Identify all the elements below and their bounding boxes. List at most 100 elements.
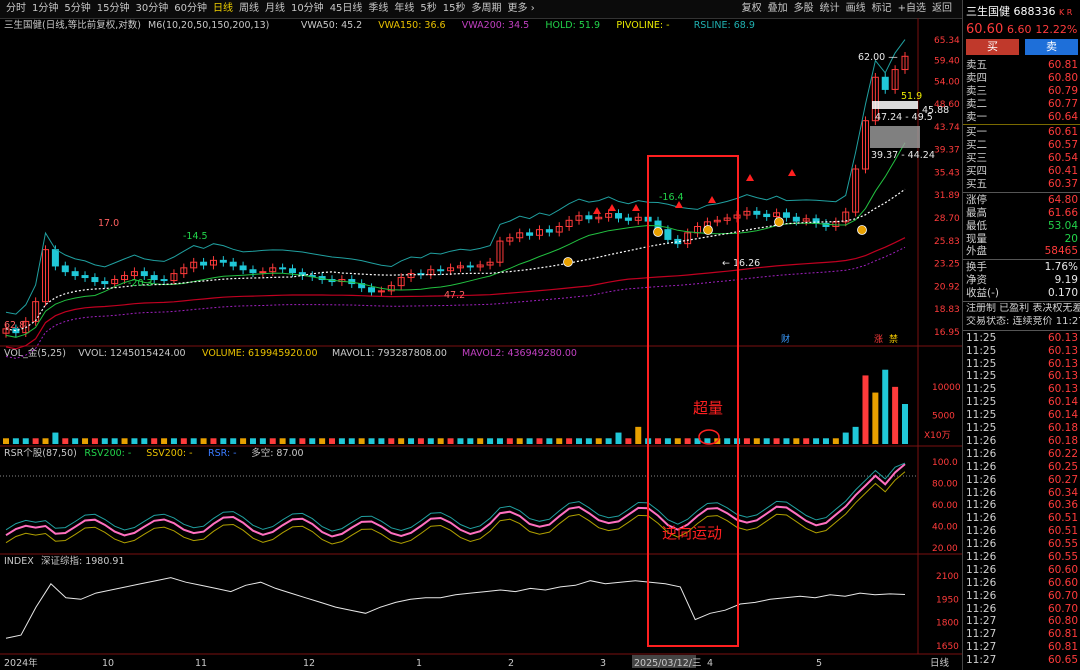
quote-label: 11:25	[966, 383, 997, 396]
price-annotation: 47.24 - 49.5	[875, 112, 933, 123]
volume-bar	[101, 438, 108, 444]
quote-row: 11:25 60.13	[963, 383, 1080, 396]
quote-label: 外盘	[966, 245, 987, 258]
toolbar-action[interactable]: 画线	[843, 0, 869, 18]
indicator-label: PIVOLINE: -	[616, 20, 669, 31]
volume-bar	[408, 438, 415, 444]
quote-row: 买二 60.57	[963, 139, 1080, 152]
period-tab[interactable]: 1分钟	[29, 0, 61, 18]
volume-bar	[427, 438, 434, 444]
period-tab[interactable]: 日线	[210, 0, 236, 18]
toolbar-action[interactable]: 叠加	[765, 0, 791, 18]
volume-bar	[161, 438, 168, 444]
quote-value: 60.37	[1047, 178, 1078, 191]
quote-value: 60.18	[1047, 434, 1078, 447]
event-marker[interactable]: 禁	[889, 334, 898, 345]
quote-row: 卖二 60.77	[963, 98, 1080, 111]
volume-bar	[3, 438, 9, 444]
event-marker[interactable]: 财	[781, 333, 790, 345]
period-tab[interactable]: 10分钟	[288, 0, 327, 18]
sell-button[interactable]: 卖	[1025, 39, 1078, 55]
period-tab[interactable]: 15秒	[440, 0, 469, 18]
quote-row: 11:26 60.60	[963, 564, 1080, 577]
volume-bar	[783, 438, 790, 444]
period-tab[interactable]: 季线	[365, 0, 391, 18]
volume-bar	[22, 438, 29, 444]
quote-row: 11:25 60.13	[963, 358, 1080, 371]
quote-row: 11:26 60.27	[963, 474, 1080, 487]
stock-chart[interactable]: 三生国健(日线,等比前复权,对数) M6(10,20,50,150,200,13)…	[0, 18, 962, 670]
volume-bar	[309, 438, 316, 444]
volume-bar	[32, 438, 39, 444]
quote-value: 60.14	[1047, 409, 1078, 422]
quote-row: 最低 53.04	[963, 220, 1080, 233]
quote-row: 11:26 60.51	[963, 512, 1080, 525]
quote-value: 60.80	[1047, 71, 1078, 84]
quote-value: 60.55	[1047, 538, 1078, 551]
toolbar-action[interactable]: 返回	[929, 0, 955, 18]
quote-label: 现量	[966, 232, 987, 245]
index-tick: 1950	[936, 595, 959, 605]
period-tab[interactable]: 多周期	[469, 0, 505, 18]
volume-bar	[625, 438, 632, 444]
period-tab[interactable]: 5秒	[417, 0, 439, 18]
toolbar-action[interactable]: 统计	[817, 0, 843, 18]
price-annotation: 47.2	[444, 290, 465, 301]
rsr-tick: 20.00	[932, 544, 958, 554]
quote-row: 净资 9.19	[963, 274, 1080, 287]
volume-bar	[822, 438, 829, 444]
quote-value: 9.19	[1054, 274, 1078, 287]
quote-label: 最低	[966, 219, 987, 232]
quote-row: 买三 60.54	[963, 152, 1080, 165]
indicator-label: M6(10,20,50,150,200,13)	[148, 20, 269, 31]
toolbar-action[interactable]: +自选	[895, 0, 929, 18]
vwa50-line	[5, 188, 906, 332]
tick-list[interactable]: 11:25 60.13 11:25 60.13 11:25 60.13 11:25 60.13…	[963, 332, 1080, 667]
event-marker[interactable]: 涨	[874, 334, 883, 345]
period-tab[interactable]: 更多 ›	[505, 0, 538, 18]
candle-body	[91, 277, 99, 283]
indicator-label: RSV200: -	[84, 448, 131, 459]
period-tab[interactable]: 45日线	[327, 0, 366, 18]
volume-bar	[892, 386, 899, 444]
toolbar-action[interactable]: 多股	[791, 0, 817, 18]
candle-body	[51, 249, 59, 267]
sell-signal-icon	[593, 207, 601, 214]
quote-value: 60.13	[1047, 344, 1078, 357]
toolbar-action[interactable]: 复权	[739, 0, 765, 18]
volume-bar	[526, 438, 533, 444]
quote-label: 买五	[966, 178, 987, 191]
volume-bar	[388, 438, 395, 444]
quote-row: 11:25 60.13	[963, 345, 1080, 358]
period-tab[interactable]: 5分钟	[61, 0, 93, 18]
quote-label: 净资	[966, 274, 987, 287]
indicator-label: 多空: 87.00	[251, 447, 303, 459]
period-tab[interactable]: 分时	[3, 0, 29, 18]
indicator-label: VWA50: 45.2	[301, 20, 362, 31]
period-tab[interactable]: 月线	[262, 0, 288, 18]
period-tab[interactable]: 周线	[236, 0, 262, 18]
volume-bar	[62, 438, 69, 444]
period-tab[interactable]: 15分钟	[94, 0, 133, 18]
volume-bar	[151, 438, 158, 444]
period-tab[interactable]: 30分钟	[132, 0, 171, 18]
price-annotation: -20.3	[128, 278, 153, 289]
quote-row: 换手 1.76%	[963, 261, 1080, 274]
volume-bar	[141, 438, 148, 444]
period-tab[interactable]: 60分钟	[171, 0, 210, 18]
x-axis-label: 5	[816, 658, 822, 669]
quote-label: 11:26	[966, 525, 997, 538]
quote-label: 11:25	[966, 331, 997, 344]
quote-value: 60.70	[1047, 602, 1078, 615]
candle-body	[881, 76, 889, 90]
candle-body	[624, 217, 632, 221]
quote-label: 11:26	[966, 563, 997, 576]
volume-bar	[575, 438, 582, 444]
toolbar-action[interactable]: 标记	[869, 0, 895, 18]
quote-value: 60.22	[1047, 447, 1078, 460]
quote-label: 买四	[966, 165, 987, 178]
period-tab[interactable]: 年线	[391, 0, 417, 18]
buy-button[interactable]: 买	[966, 39, 1019, 55]
indicator-label: 深证综指: 1980.91	[41, 555, 125, 567]
stock-code: 688336	[1013, 5, 1056, 18]
